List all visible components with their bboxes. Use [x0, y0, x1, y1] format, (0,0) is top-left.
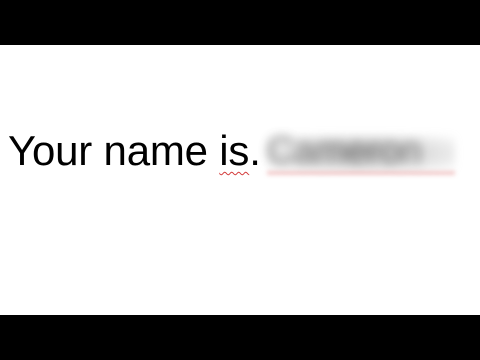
blurred-name: Cameron — [266, 127, 455, 177]
sentence-period: . — [249, 127, 261, 174]
sentence-start: Your name — [8, 127, 220, 174]
letterbox-bottom — [0, 315, 480, 360]
video-frame: Your name is. Cameron — [0, 0, 480, 360]
blurred-name-text: Cameron — [266, 130, 422, 172]
letterbox-top — [0, 0, 480, 45]
document-page: Your name is. Cameron — [0, 45, 480, 315]
blurred-spellcheck-underline — [266, 171, 455, 175]
sentence-line: Your name is. Cameron — [8, 127, 455, 177]
spellcheck-flagged-word: is — [219, 127, 250, 174]
